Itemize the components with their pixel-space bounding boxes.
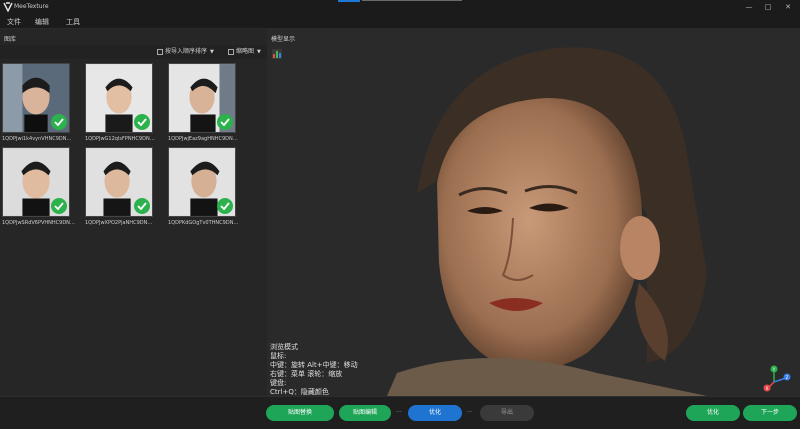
menu-file[interactable]: 文件	[7, 17, 21, 27]
gallery-thumbnail-5[interactable]	[85, 147, 153, 217]
help-text: 浏览模式 鼠标: 中键：旋转 Alt+中键：移动 右键：菜单 滚轮：缩放 键盘:…	[270, 343, 358, 397]
menu-tools[interactable]: 工具	[66, 17, 80, 27]
optimize-button[interactable]: 优化	[408, 405, 462, 421]
action-bar: 贴图替换 ··· 贴图编辑 ··· 优化 ··· 导出 优化 下一步	[0, 396, 800, 429]
gallery-thumbnail-6[interactable]	[168, 147, 236, 217]
view-dropdown[interactable]: 缩略图 ▼	[228, 47, 261, 57]
help-line: 键盘:	[270, 379, 287, 387]
view-label: 缩略图	[236, 48, 255, 55]
checked-icon	[134, 114, 150, 130]
grid-icon	[228, 48, 234, 55]
maximize-button[interactable]: □	[761, 2, 775, 12]
gallery-header: 图库	[4, 36, 17, 43]
app-logo-icon	[3, 2, 13, 12]
thumbnail-label: 1QDPJwXPO2PjaNHC9DN…	[85, 220, 153, 226]
gallery-toolbar: 按导入顺序排序 ▼ 缩略图 ▼	[0, 45, 267, 59]
title-divider	[362, 0, 462, 1]
thumbnail-label: 1QDPKdGOgTv0THNC9DN…	[168, 220, 239, 226]
thumbnail-label: 1QDPJwjEaz9agHNHC9DN…	[168, 136, 238, 142]
sort-dropdown[interactable]: 按导入顺序排序 ▼	[157, 47, 214, 57]
minimize-button[interactable]: —	[742, 2, 756, 12]
step-separator: ···	[467, 409, 473, 416]
help-line: 中键：旋转 Alt+中键：移动	[270, 361, 358, 369]
menu-bar: 文件 编辑 工具	[0, 14, 800, 29]
thumbnail-label: 1QDPJwi1k4vynVHNC9DN…	[2, 136, 72, 142]
thumbnail-label: 1QDPJwSRdV6PVHNHC9DN…	[2, 220, 75, 226]
gallery-thumbnail-2[interactable]	[85, 63, 153, 133]
help-line: 鼠标:	[270, 352, 287, 360]
texture-replace-button[interactable]: 贴图替换	[266, 405, 334, 421]
checked-icon	[217, 114, 233, 130]
chevron-down-icon: ▼	[210, 49, 214, 55]
app-title: MeeTexture	[14, 3, 49, 10]
axis-y-label: Y	[772, 367, 776, 372]
checked-icon	[134, 198, 150, 214]
chevron-down-icon: ▼	[257, 49, 261, 55]
color-chart-icon[interactable]	[272, 49, 282, 59]
texture-edit-button[interactable]: 贴图编辑	[339, 405, 391, 421]
next-step-button[interactable]: 下一步	[743, 405, 797, 421]
checked-icon	[51, 114, 67, 130]
sort-icon	[157, 48, 163, 55]
help-line: 浏览模式	[270, 343, 298, 351]
title-bar: MeeTexture — □ ✕	[0, 0, 800, 14]
close-button[interactable]: ✕	[781, 2, 795, 12]
step-separator: ···	[396, 409, 402, 416]
checked-icon	[51, 198, 67, 214]
axis-gizmo-icon: Y X Z	[763, 365, 791, 392]
axis-x-label: X	[766, 386, 769, 391]
sort-label: 按导入顺序排序	[165, 48, 208, 55]
optimize-secondary-button[interactable]: 优化	[686, 405, 740, 421]
axis-z-label: Z	[786, 375, 789, 380]
gallery-thumbnail-1[interactable]	[2, 63, 70, 133]
checked-icon	[217, 198, 233, 214]
title-accent	[338, 0, 360, 2]
gallery-thumbnail-3[interactable]	[168, 63, 236, 133]
model-panel: 模型显示 浏览模式 鼠标: 中键：旋转 Alt+中键：移动 右键：菜单 滚轮：缩…	[267, 29, 800, 396]
gallery-thumbnail-4[interactable]	[2, 147, 70, 217]
model-header: 模型显示	[271, 36, 296, 43]
thumbnail-label: 1QDPJwG12qIsFPNHC9DN…	[85, 136, 155, 142]
export-button[interactable]: 导出	[480, 405, 534, 421]
gallery-panel: 图库 按导入顺序排序 ▼ 缩略图 ▼ 1QDPJwi1k4vynVHNC9DN… 1…	[0, 29, 267, 396]
menu-edit[interactable]: 编辑	[35, 17, 49, 27]
help-line: 右键：菜单 滚轮：缩放	[270, 370, 343, 378]
